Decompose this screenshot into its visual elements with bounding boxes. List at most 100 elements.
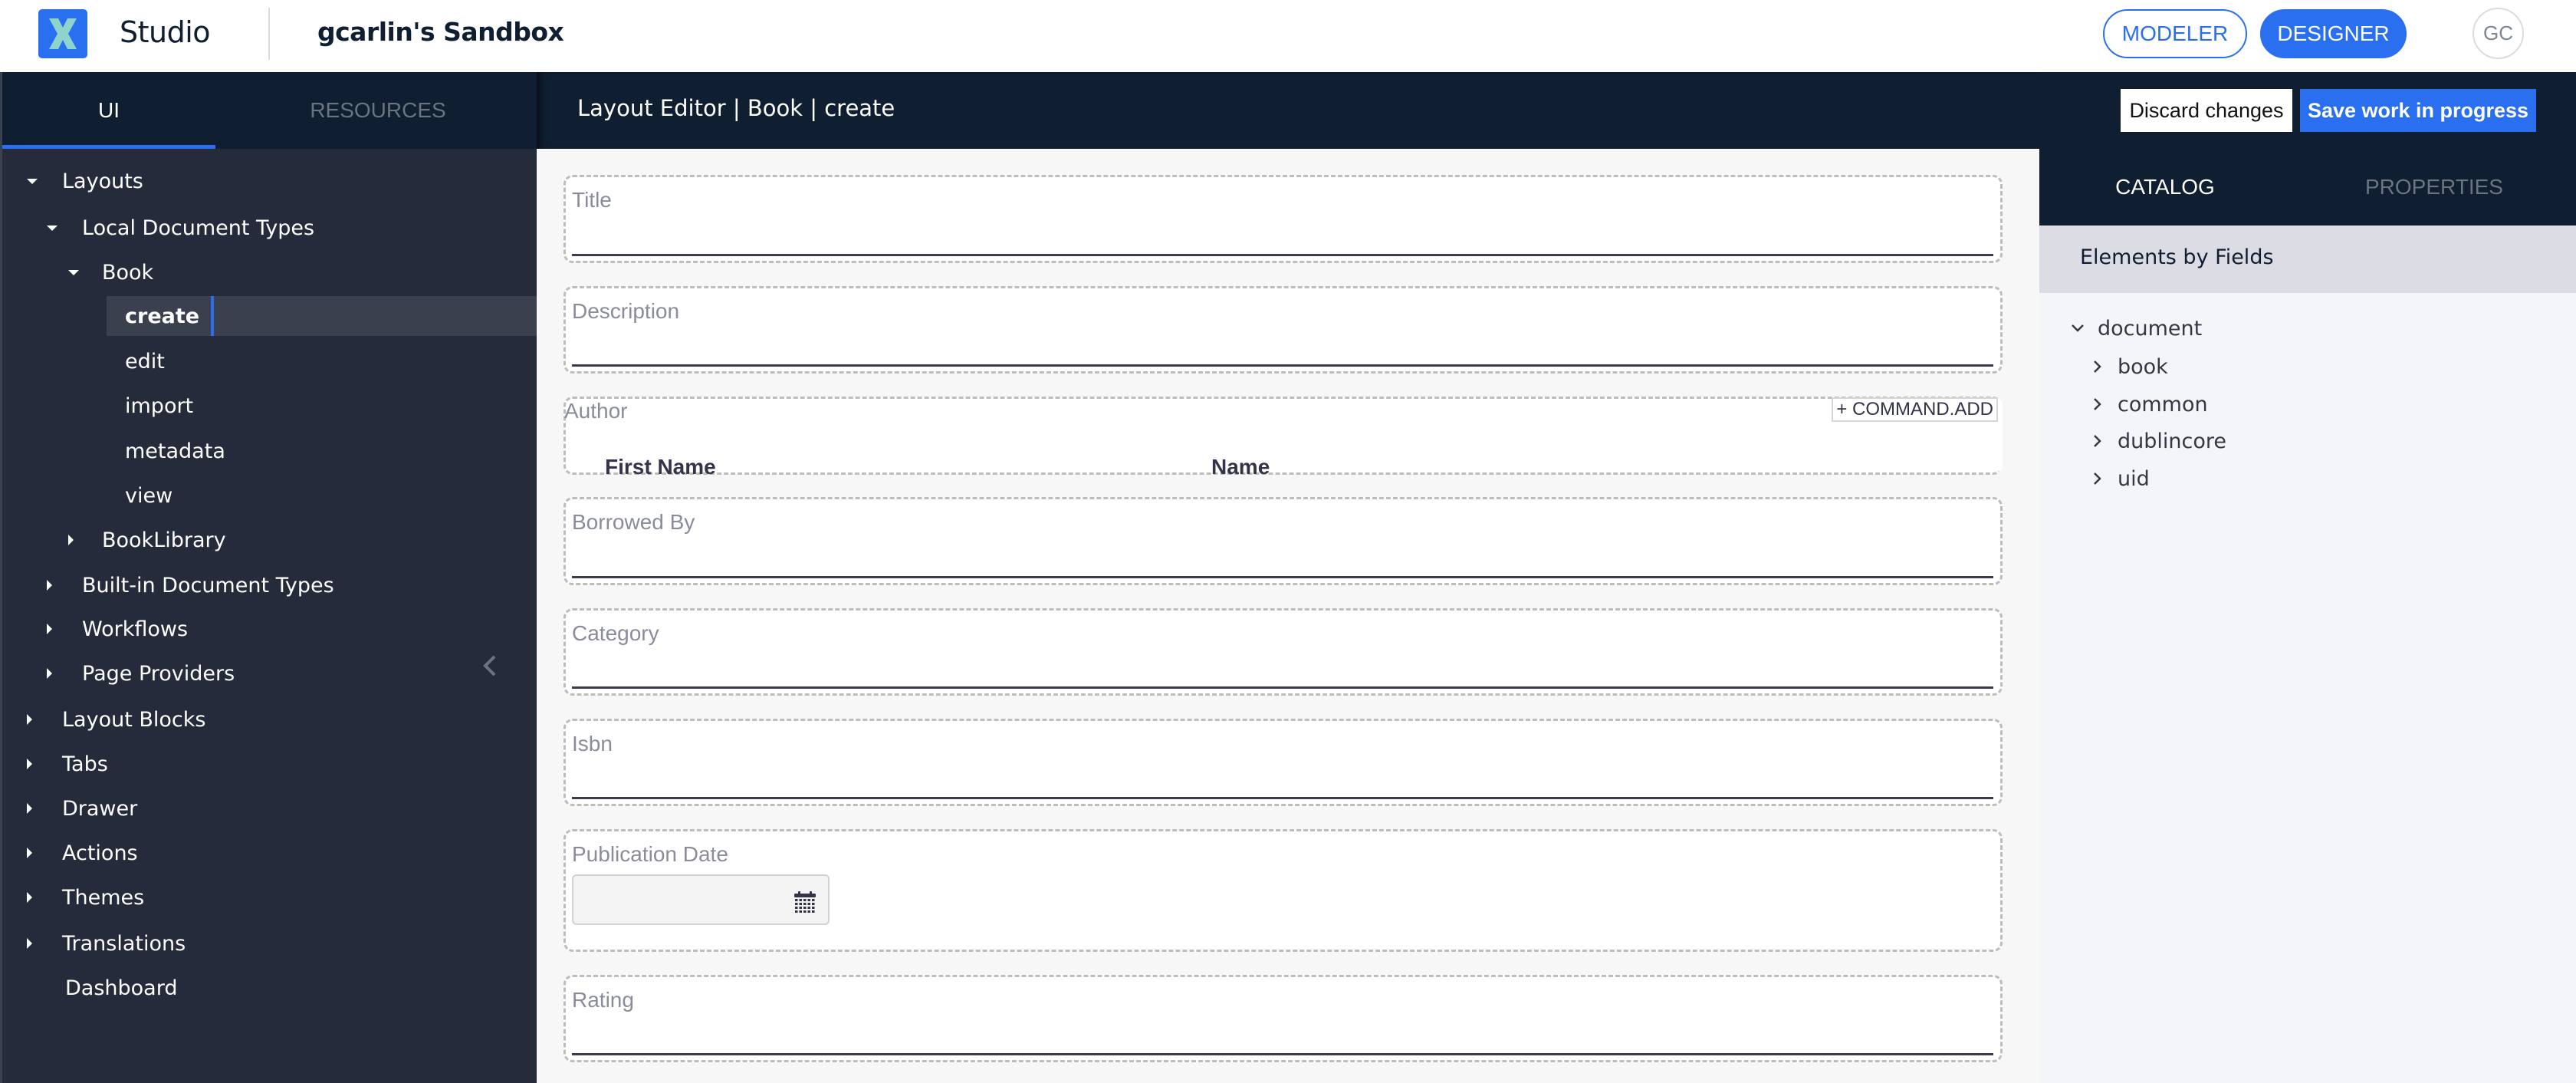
field-publication-date[interactable]: Publication Date (564, 829, 2003, 952)
caret-right-icon[interactable] (68, 535, 74, 545)
tree-item-label: Book (102, 260, 154, 285)
calendar-icon[interactable] (794, 891, 816, 914)
field-tree-item-common[interactable]: common (2039, 387, 2576, 421)
field-title[interactable]: Title (564, 175, 2003, 263)
field-label: Title (572, 188, 612, 212)
field-input-underline[interactable] (572, 686, 1993, 689)
tree-item-view[interactable]: view (2, 476, 537, 515)
tree-item-label: view (125, 483, 173, 508)
caret-right-icon[interactable] (27, 714, 32, 725)
date-input[interactable] (572, 874, 830, 925)
tree-item-label: edit (125, 349, 165, 374)
chevron-right-icon[interactable] (2090, 471, 2105, 486)
tree-item-drawer[interactable]: Drawer (2, 788, 537, 828)
caret-right-icon[interactable] (27, 848, 32, 858)
column-header-name: Name (1211, 455, 1270, 479)
tree-item-layout-blocks[interactable]: Layout Blocks (2, 700, 537, 739)
caret-right-icon[interactable] (27, 938, 32, 949)
command-add-button[interactable]: + COMMAND.ADD (1832, 397, 1998, 422)
tree-item-label: BookLibrary (102, 528, 226, 552)
caret-right-icon[interactable] (47, 668, 52, 679)
collapse-sidebar-chevron-left-icon[interactable] (481, 652, 499, 680)
app-logo-icon[interactable] (38, 9, 87, 58)
app-name: Studio (120, 15, 211, 49)
field-tree-label: common (2118, 392, 2208, 416)
chevron-right-icon[interactable] (2090, 433, 2105, 449)
field-description[interactable]: Description (564, 286, 2003, 374)
field-tree-item-dublincore[interactable]: dublincore (2039, 424, 2576, 458)
tree-item-booklibrary[interactable]: BookLibrary (2, 520, 537, 560)
chevron-right-icon[interactable] (2090, 359, 2105, 374)
caret-right-icon[interactable] (27, 803, 32, 814)
tree-item-label: Page Providers (82, 661, 235, 686)
project-name: gcarlin's Sandbox (317, 17, 564, 47)
caret-right-icon[interactable] (27, 892, 32, 903)
tree-item-themes[interactable]: Themes (2, 877, 537, 917)
caret-right-icon[interactable] (47, 580, 52, 591)
field-label: Description (572, 299, 680, 323)
tree-item-built-in-document-types[interactable]: Built-in Document Types (2, 565, 537, 605)
tree-item-tabs[interactable]: Tabs (2, 744, 537, 784)
discard-changes-button[interactable]: Discard changes (2121, 89, 2292, 132)
tree-item-label: Built-in Document Types (82, 573, 334, 597)
field-isbn[interactable]: Isbn (564, 719, 2003, 806)
caret-down-icon[interactable] (68, 269, 79, 275)
editor-header: Layout Editor | Book | create (537, 72, 2039, 149)
caret-right-icon[interactable] (47, 624, 52, 634)
tree-item-metadata[interactable]: metadata (2, 431, 537, 471)
field-tree-label: dublincore (2118, 429, 2226, 453)
field-tree-item-uid[interactable]: uid (2039, 462, 2576, 495)
field-category[interactable]: Category (564, 608, 2003, 696)
tree-item-layouts[interactable]: Layouts (2, 161, 537, 201)
tab-catalog[interactable]: CATALOG (2085, 149, 2245, 225)
field-label: Category (572, 621, 659, 645)
user-avatar[interactable]: GC (2472, 8, 2524, 59)
tree-item-dashboard[interactable]: Dashboard (2, 968, 537, 1008)
field-label: Borrowed By (572, 510, 695, 534)
caret-down-icon[interactable] (27, 178, 38, 184)
tree-item-page-providers[interactable]: Page Providers (2, 653, 537, 693)
field-label: Author (564, 399, 628, 423)
save-work-in-progress-button[interactable]: Save work in progress (2300, 89, 2536, 132)
field-label: Publication Date (572, 842, 728, 866)
tree-item-book[interactable]: Book (2, 252, 537, 292)
tab-resources[interactable]: RESOURCES (271, 72, 485, 149)
tree-item-local-document-types[interactable]: Local Document Types (2, 208, 537, 248)
caret-right-icon[interactable] (27, 759, 32, 769)
designer-button[interactable]: DESIGNER (2260, 9, 2407, 58)
chevron-right-icon[interactable] (2090, 397, 2105, 412)
tree-item-translations[interactable]: Translations (2, 923, 537, 963)
tab-properties[interactable]: PROPERTIES (2346, 149, 2522, 225)
field-tree-item-book[interactable]: book (2039, 350, 2576, 383)
field-tree-item-document[interactable]: document (2039, 311, 2576, 345)
tab-ui[interactable]: UI (2, 72, 215, 149)
field-borrowed-by[interactable]: Borrowed By (564, 497, 2003, 585)
modeler-button[interactable]: MODELER (2103, 9, 2247, 58)
field-author[interactable]: Author + COMMAND.ADD First Name Name (564, 397, 2003, 479)
tree-item-label: import (125, 393, 194, 418)
field-input-underline[interactable] (572, 1053, 1993, 1055)
field-tree-label: uid (2118, 466, 2150, 491)
field-input-underline[interactable] (572, 364, 1993, 367)
field-label: Isbn (572, 732, 613, 755)
field-input-underline[interactable] (572, 797, 1993, 799)
tree-item-label: Workflows (82, 617, 189, 641)
tree-item-label: create (125, 304, 200, 328)
tree-item-label: Layouts (62, 169, 143, 193)
sidebar: UI RESOURCES Layouts Local Document Types… (0, 72, 537, 1083)
field-input-underline[interactable] (572, 254, 1993, 256)
field-tree-label: book (2118, 354, 2168, 379)
field-rating[interactable]: Rating (564, 975, 2003, 1062)
chevron-down-icon[interactable] (2070, 321, 2085, 336)
tree-item-actions[interactable]: Actions (2, 833, 537, 873)
field-input-underline[interactable] (572, 576, 1993, 578)
tree-item-edit[interactable]: edit (2, 341, 537, 381)
tree-item-create[interactable]: create (107, 296, 537, 336)
tree-item-workflows[interactable]: Workflows (2, 609, 537, 649)
tree-item-label: Dashboard (65, 976, 178, 1000)
tree-item-label: Themes (62, 885, 145, 910)
caret-down-icon[interactable] (47, 225, 58, 231)
tree-item-import[interactable]: import (2, 386, 537, 426)
elements-by-fields-header: Elements by Fields (2039, 225, 2576, 293)
field-label: Rating (572, 988, 634, 1012)
